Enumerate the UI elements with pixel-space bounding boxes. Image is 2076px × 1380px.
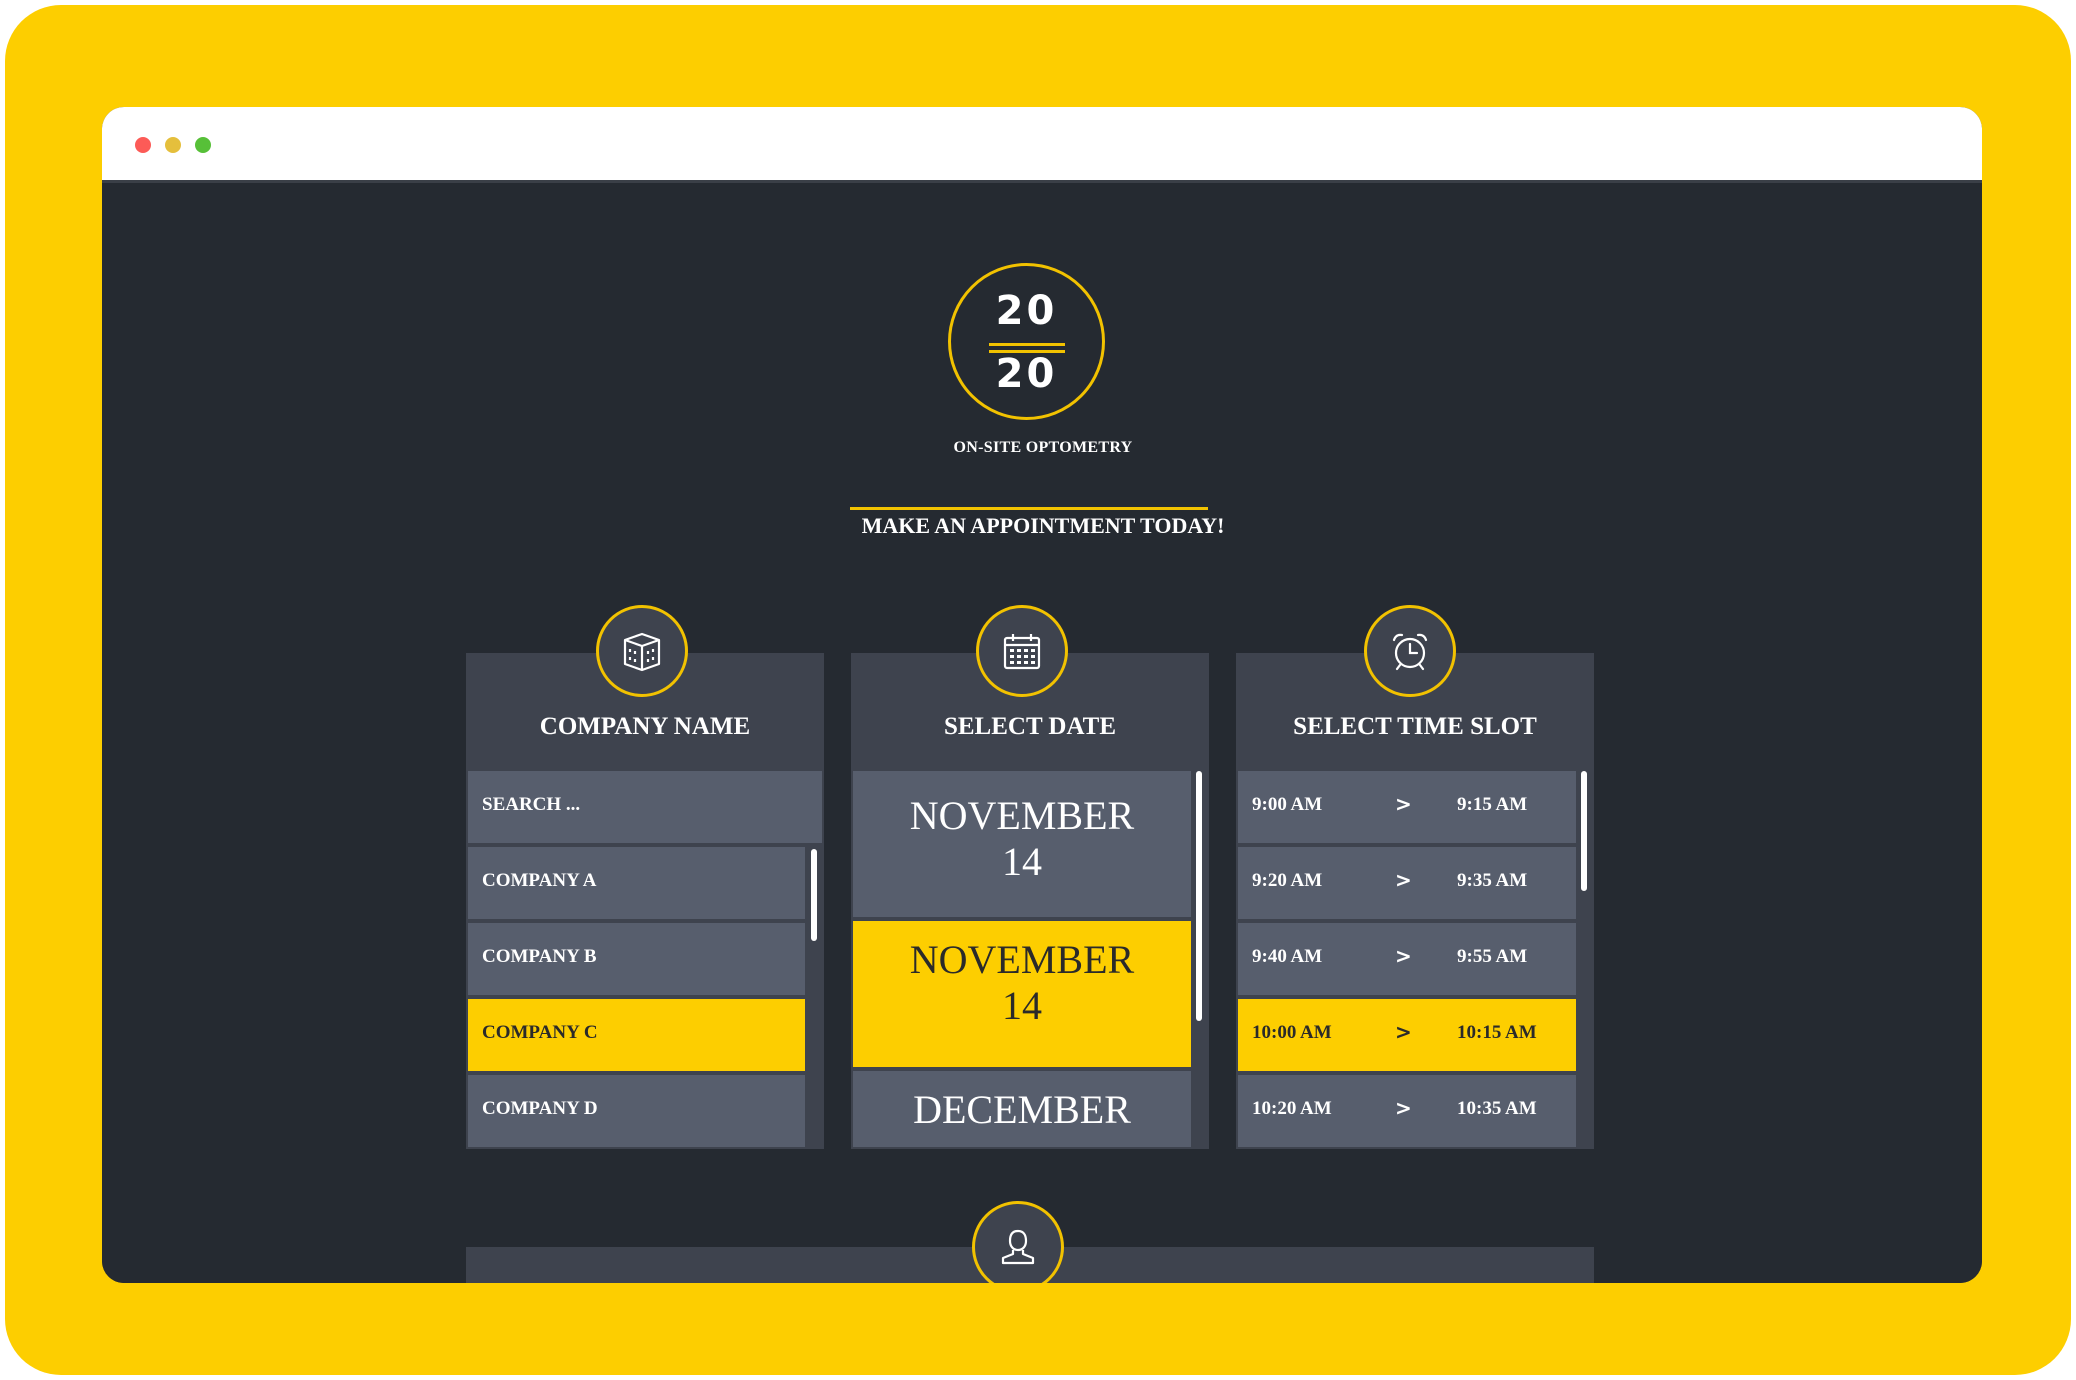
slot-start-time: 10:20 AM (1252, 1098, 1332, 1119)
slot-end-time: 9:55 AM (1457, 946, 1528, 967)
company-item-d[interactable]: COMPANY D (468, 1075, 805, 1147)
search-placeholder: SEARCH ... (482, 794, 581, 815)
time-panel-title: SELECT TIME SLOT (1293, 713, 1537, 740)
brand-tagline: ON-SITE OPTOMETRY (953, 439, 1133, 456)
building-icon (596, 605, 688, 697)
company-panel: COMPANY NAME SEARCH ... COMPANY A COMPAN… (466, 653, 824, 1149)
logo-divider-line (989, 343, 1065, 346)
date-month: DECEMBER (913, 1087, 1131, 1132)
time-slot-item[interactable]: 9:40 AM > 9:55 AM (1238, 923, 1576, 995)
time-slot-item[interactable]: 9:20 AM > 9:35 AM (1238, 847, 1576, 919)
user-icon (972, 1201, 1064, 1283)
time-scrollbar-thumb[interactable] (1581, 771, 1587, 891)
company-item-c[interactable]: COMPANY C (468, 999, 805, 1071)
maximize-window-button[interactable] (195, 137, 211, 153)
company-item-label: COMPANY A (482, 870, 597, 891)
slot-end-time: 9:15 AM (1457, 794, 1528, 815)
date-scrollbar-thumb[interactable] (1196, 771, 1202, 1021)
logo-top-number: 20 (995, 288, 1058, 334)
time-slot-item-selected[interactable]: 10:00 AM > 10:15 AM (1238, 999, 1576, 1071)
time-slot-item[interactable]: 10:20 AM > 10:35 AM (1238, 1075, 1576, 1147)
slot-end-time: 10:15 AM (1457, 1022, 1537, 1043)
page-content: 20 20 ON-SITE OPTOMETRY MAKE AN APPOINTM… (102, 183, 1982, 1283)
company-scrollbar-thumb[interactable] (811, 849, 817, 941)
company-item-a[interactable]: COMPANY A (468, 847, 805, 919)
cta-heading: MAKE AN APPOINTMENT TODAY! (861, 513, 1225, 538)
time-scrollbar[interactable] (1578, 771, 1590, 1147)
logo-bottom-number: 20 (995, 351, 1058, 397)
date-day: 14 (1002, 983, 1042, 1028)
slot-start-time: 9:00 AM (1252, 794, 1323, 815)
company-item-label: COMPANY B (482, 946, 597, 967)
company-panel-title: COMPANY NAME (539, 713, 751, 740)
chevron-right-icon: > (1395, 944, 1412, 968)
date-list: NOVEMBER 14 NOVEMBER 14 DECEMBER (853, 771, 1207, 1147)
browser-window: 20 20 ON-SITE OPTOMETRY MAKE AN APPOINTM… (102, 107, 1982, 1283)
company-search-input[interactable]: SEARCH ... (468, 771, 822, 843)
slot-start-time: 9:40 AM (1252, 946, 1323, 967)
date-day: 14 (1002, 839, 1042, 884)
date-month: NOVEMBER (909, 937, 1135, 982)
company-item-b[interactable]: COMPANY B (468, 923, 805, 995)
slot-start-time: 10:00 AM (1252, 1022, 1332, 1043)
window-titlebar (102, 107, 1982, 183)
company-list: SEARCH ... COMPANY A COMPANY B COMPANY C… (468, 771, 822, 1147)
yellow-background-frame: 20 20 ON-SITE OPTOMETRY MAKE AN APPOINTM… (5, 5, 2071, 1375)
calendar-icon (976, 605, 1068, 697)
brand-logo: 20 20 (948, 263, 1105, 420)
date-item-november-14[interactable]: NOVEMBER 14 (853, 771, 1191, 917)
company-item-label: COMPANY C (482, 1022, 598, 1043)
date-item-november-14-selected[interactable]: NOVEMBER 14 (853, 921, 1191, 1067)
cta-underline (850, 507, 1208, 510)
time-panel: SELECT TIME SLOT 9:00 AM > 9:15 AM 9:20 … (1236, 653, 1594, 1149)
date-month: NOVEMBER (909, 793, 1135, 838)
alarm-clock-icon (1364, 605, 1456, 697)
time-slot-list: 9:00 AM > 9:15 AM 9:20 AM > 9:35 AM 9:40… (1238, 771, 1592, 1147)
chevron-right-icon: > (1395, 1096, 1412, 1120)
slot-end-time: 9:35 AM (1457, 870, 1528, 891)
slot-end-time: 10:35 AM (1457, 1098, 1537, 1119)
company-item-label: COMPANY D (482, 1098, 598, 1119)
minimize-window-button[interactable] (165, 137, 181, 153)
chevron-right-icon: > (1395, 792, 1412, 816)
chevron-right-icon: > (1395, 1020, 1412, 1044)
date-panel-title: SELECT DATE (943, 713, 1117, 740)
close-window-button[interactable] (135, 137, 151, 153)
time-slot-item[interactable]: 9:00 AM > 9:15 AM (1238, 771, 1576, 843)
company-scrollbar[interactable] (808, 847, 820, 1147)
chevron-right-icon: > (1395, 868, 1412, 892)
date-item-december[interactable]: DECEMBER (853, 1071, 1191, 1147)
date-panel: SELECT DATE NOVEMBER 14 NOVEMBER 14 DECE… (851, 653, 1209, 1149)
slot-start-time: 9:20 AM (1252, 870, 1323, 891)
date-scrollbar[interactable] (1193, 771, 1205, 1147)
